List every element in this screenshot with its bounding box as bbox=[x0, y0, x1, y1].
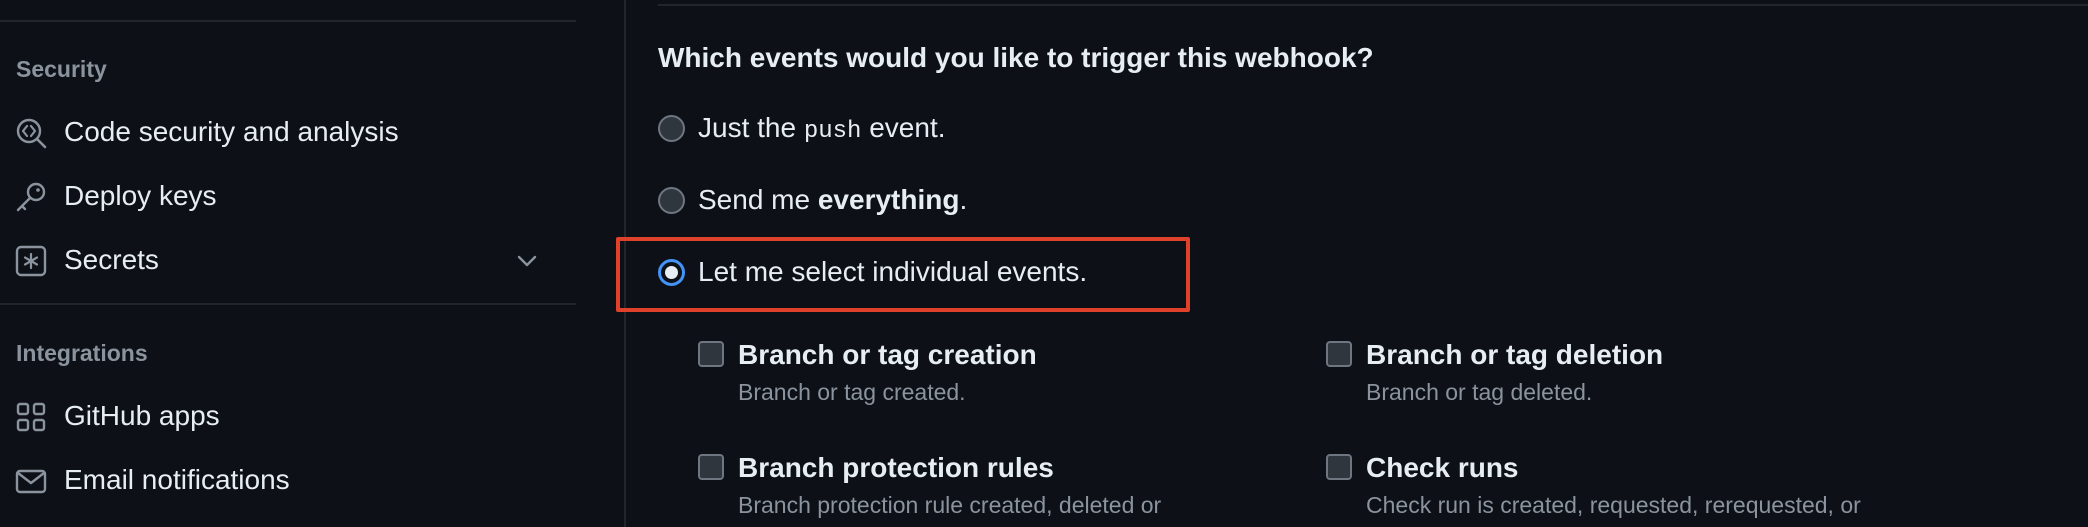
event-checkbox[interactable] bbox=[1326, 454, 1352, 480]
sidebar-item-label: Secrets bbox=[64, 244, 159, 275]
radio-button[interactable] bbox=[658, 115, 685, 142]
sidebar-item-code-security[interactable]: Code security and analysis bbox=[0, 102, 560, 158]
events-question: Which events would you like to trigger t… bbox=[658, 42, 1374, 73]
key-icon bbox=[16, 182, 46, 212]
sidebar-item-deploy-keys[interactable]: Deploy keys bbox=[0, 166, 560, 222]
sidebar-heading-integrations: Integrations bbox=[16, 340, 148, 366]
event-description: Branch or tag created. bbox=[738, 379, 966, 405]
event-description: Branch protection rule created, deleted … bbox=[738, 492, 1162, 518]
sidebar-heading-security: Security bbox=[16, 56, 107, 82]
event-title: Branch or tag deletion bbox=[1366, 339, 1664, 370]
sidebar-item-label: Deploy keys bbox=[64, 180, 217, 211]
radio-label-code: push bbox=[803, 118, 862, 145]
radio-label-suffix: . bbox=[959, 184, 968, 215]
radio-label: Just the push event. bbox=[698, 112, 946, 145]
apps-grid-icon bbox=[16, 402, 46, 432]
section-divider bbox=[658, 4, 2088, 6]
radio-label-bold: everything bbox=[817, 184, 960, 215]
event-title: Branch protection rules bbox=[738, 452, 1054, 483]
radio-label-suffix: event. bbox=[861, 112, 946, 143]
settings-sidebar: Security Code security and analysis Depl… bbox=[0, 0, 576, 527]
radio-label-prefix: Send me bbox=[698, 184, 818, 215]
event-checkbox[interactable] bbox=[1326, 341, 1352, 367]
radio-label-prefix: Just the bbox=[698, 112, 804, 143]
event-checkbox[interactable] bbox=[698, 454, 724, 480]
chevron-down-icon[interactable] bbox=[514, 248, 540, 274]
sidebar-item-github-apps[interactable]: GitHub apps bbox=[0, 386, 560, 442]
sidebar-item-secrets[interactable]: Secrets bbox=[0, 230, 560, 286]
event-description: Check run is created, requested, rereque… bbox=[1366, 492, 1861, 518]
sidebar-divider bbox=[0, 20, 576, 22]
event-checkbox[interactable] bbox=[698, 341, 724, 367]
radio-label: Send me everything. bbox=[698, 184, 967, 216]
sidebar-divider bbox=[0, 303, 576, 305]
radio-button-selected[interactable] bbox=[658, 259, 685, 286]
sidebar-item-label: Email notifications bbox=[64, 464, 290, 495]
sidebar-item-label: GitHub apps bbox=[64, 400, 220, 431]
webhook-events-section: Which events would you like to trigger t… bbox=[616, 0, 2088, 527]
sidebar-item-email-notifications[interactable]: Email notifications bbox=[0, 450, 560, 506]
event-description: Branch or tag deleted. bbox=[1366, 379, 1593, 405]
webhook-settings-page: Security Code security and analysis Depl… bbox=[0, 0, 2088, 527]
sidebar-item-label: Code security and analysis bbox=[64, 116, 399, 147]
event-title: Branch or tag creation bbox=[738, 339, 1037, 370]
code-scan-icon bbox=[16, 118, 47, 149]
mail-icon bbox=[15, 469, 47, 494]
radio-label: Let me select individual events. bbox=[698, 256, 1088, 287]
asterisk-box-icon bbox=[15, 245, 47, 277]
radio-button[interactable] bbox=[658, 187, 685, 214]
event-title: Check runs bbox=[1366, 452, 1519, 483]
